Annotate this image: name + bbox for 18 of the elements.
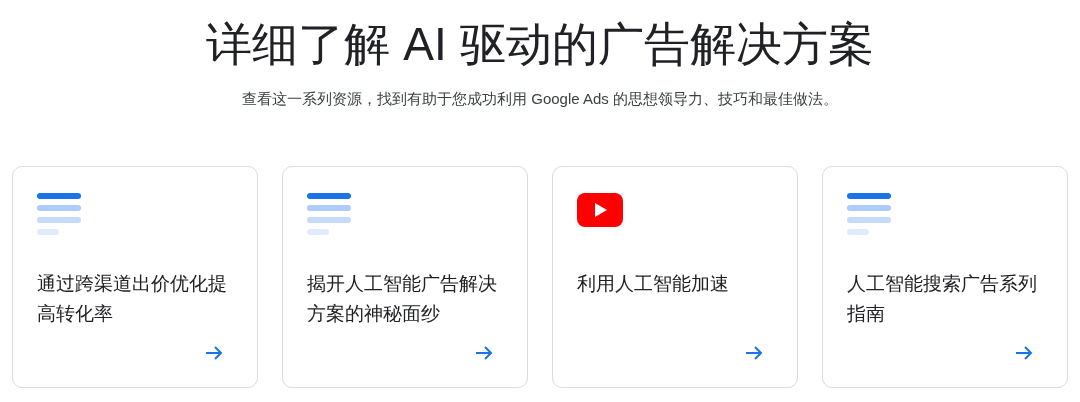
- page-subtitle: 查看这一系列资源，找到有助于您成功利用 Google Ads 的思想领导力、技巧和最佳做法。: [242, 89, 838, 109]
- resource-card[interactable]: 揭开人工智能广告解决方案的神秘面纱: [282, 165, 528, 388]
- play-video-icon: [577, 192, 623, 227]
- arrow-right-icon[interactable]: [1015, 344, 1033, 361]
- card-title: 揭开人工智能广告解决方案的神秘面纱: [307, 271, 498, 326]
- arrow-right-icon[interactable]: [205, 344, 223, 361]
- document-lines-icon: [307, 192, 353, 237]
- resource-card[interactable]: 通过跨渠道出价优化提高转化率: [12, 165, 258, 388]
- document-lines-icon: [37, 192, 83, 237]
- card-title: 人工智能搜索广告系列指南: [847, 271, 1038, 326]
- page-heading: 详细了解 AI 驱动的广告解决方案: [206, 17, 874, 72]
- resource-card[interactable]: 人工智能搜索广告系列指南: [822, 165, 1068, 388]
- card-title: 通过跨渠道出价优化提高转化率: [37, 271, 228, 326]
- document-lines-icon: [847, 192, 893, 237]
- resource-card[interactable]: 利用人工智能加速: [552, 165, 798, 388]
- arrow-right-icon[interactable]: [745, 344, 763, 361]
- card-title: 利用人工智能加速: [577, 271, 730, 296]
- arrow-right-icon[interactable]: [475, 344, 493, 361]
